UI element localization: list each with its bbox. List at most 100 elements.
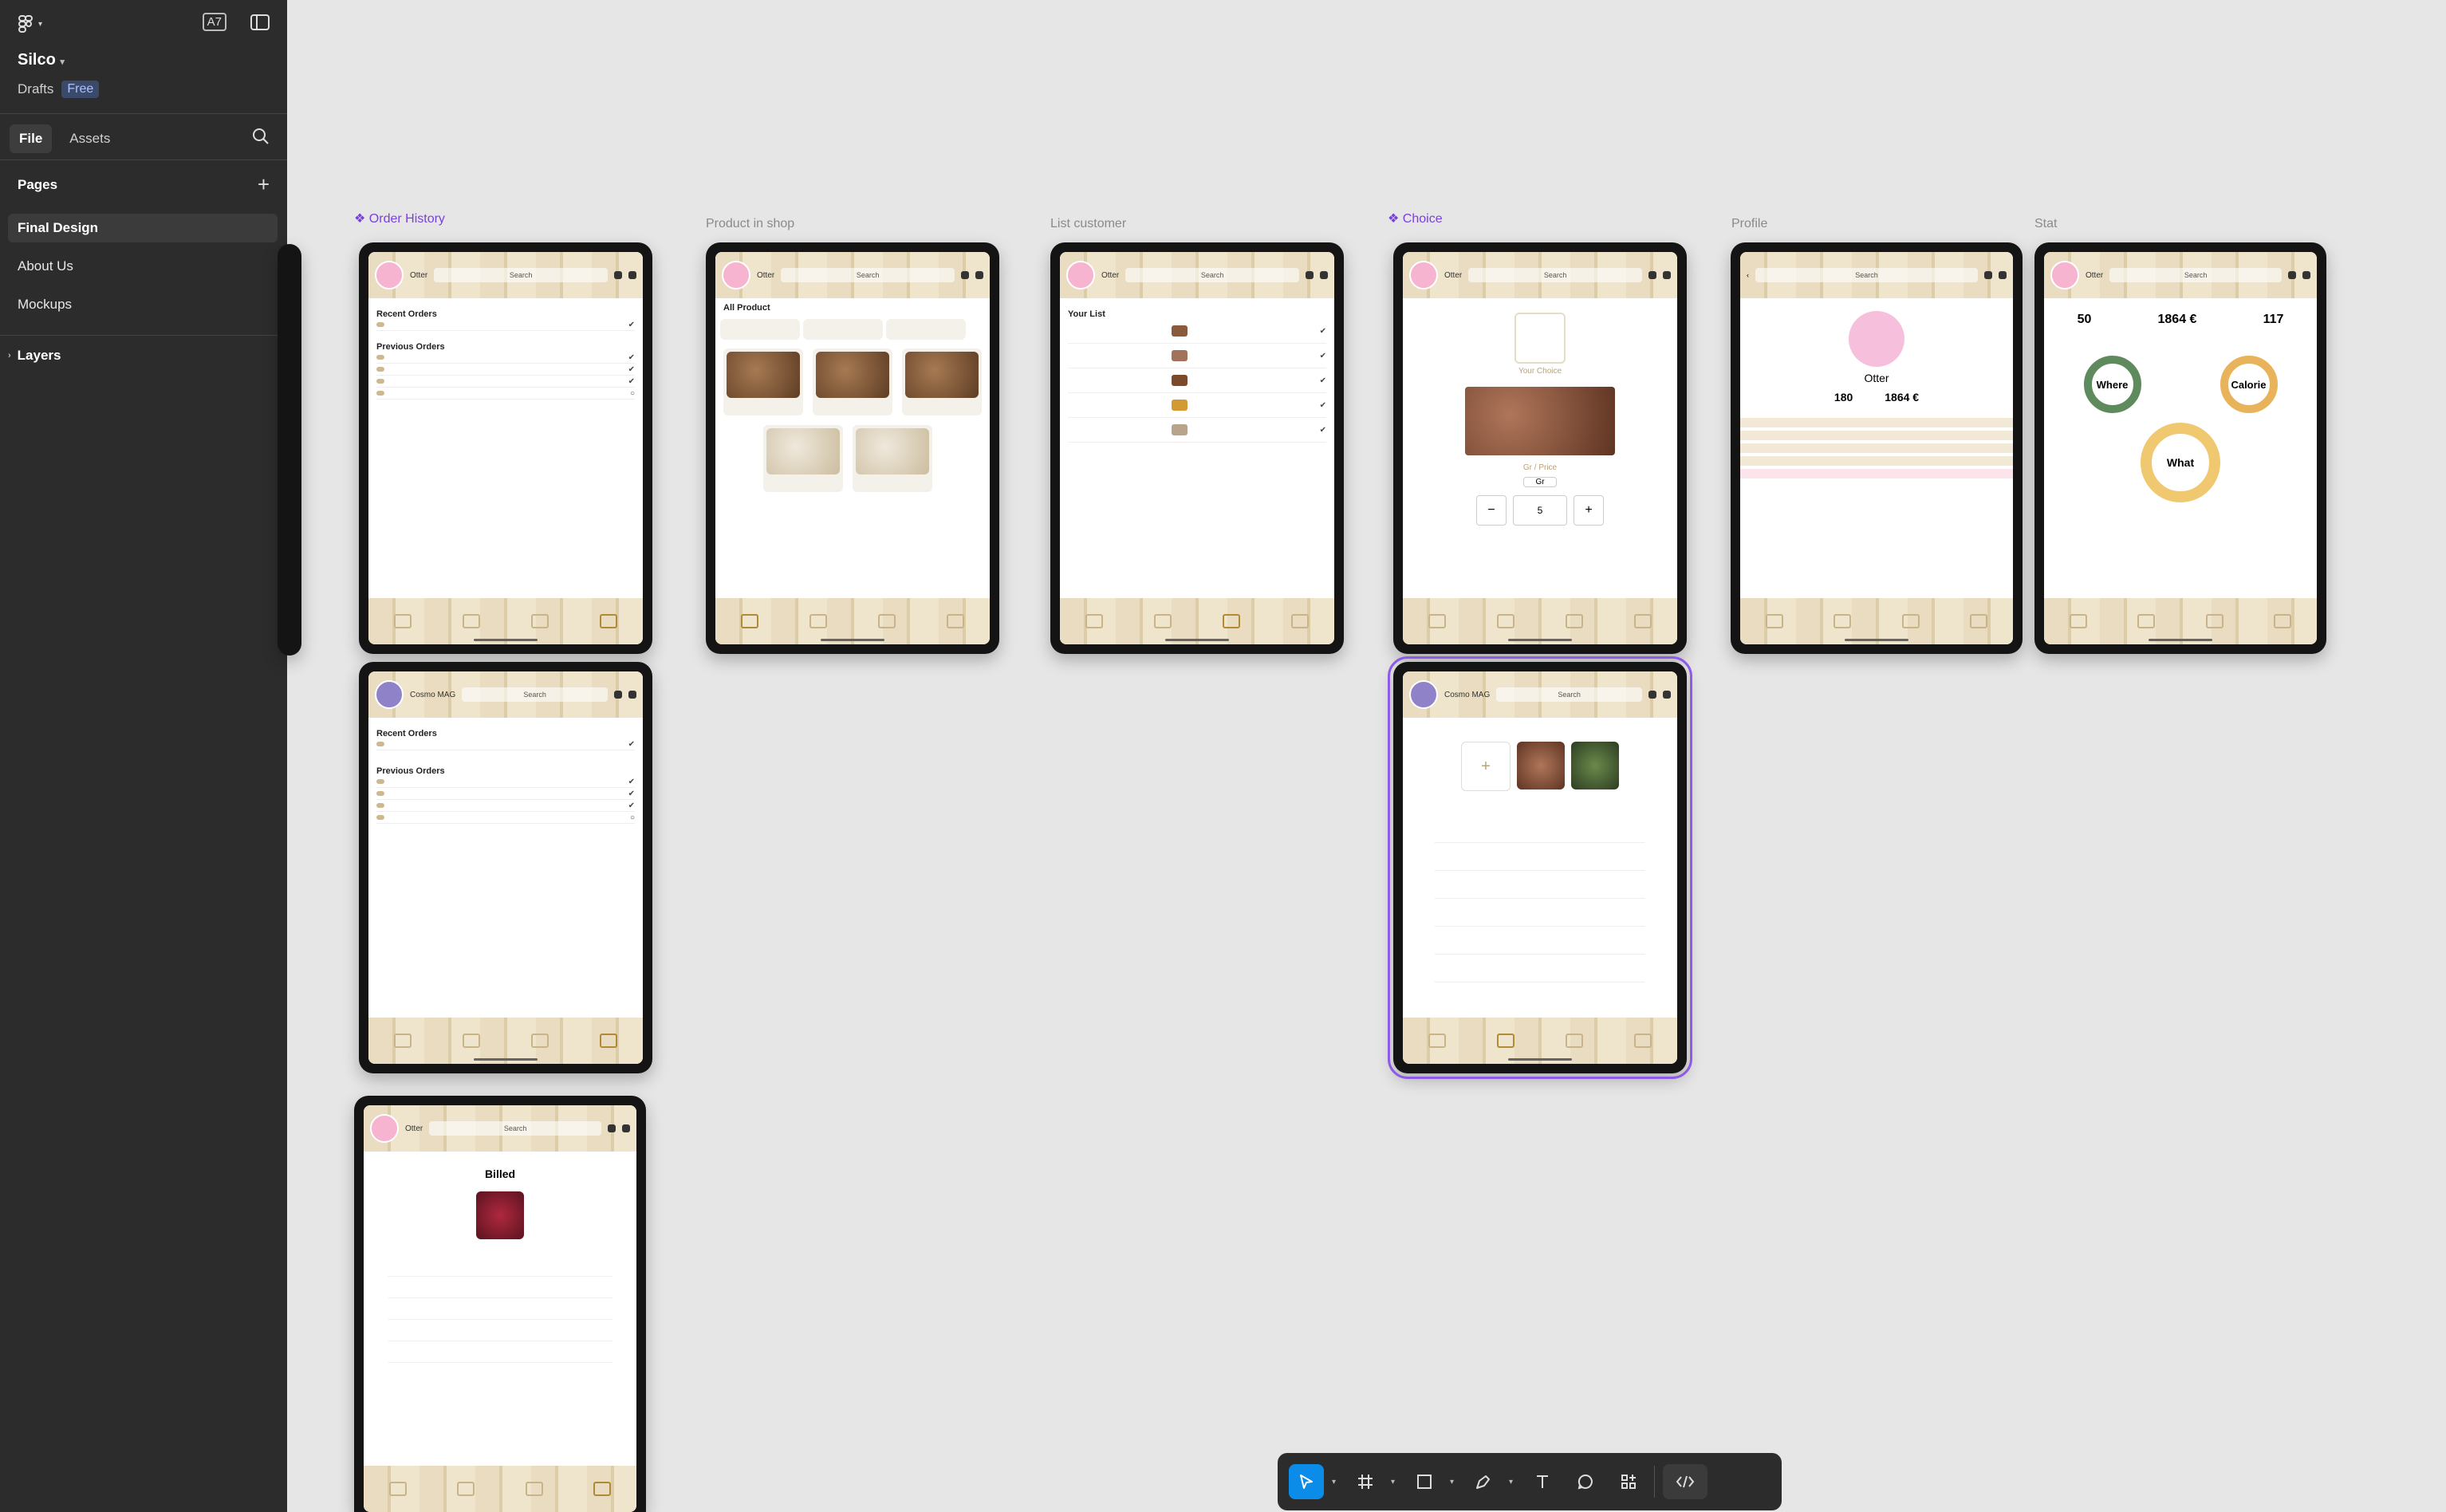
lock-icon[interactable]	[622, 1124, 630, 1132]
scale-icon[interactable]	[2274, 614, 2292, 628]
category-chip-powder[interactable]	[886, 319, 966, 340]
quantity-select[interactable]: 5	[1513, 495, 1567, 526]
decrement-button[interactable]: −	[1476, 495, 1507, 526]
lock-icon[interactable]	[1663, 691, 1671, 699]
table-row[interactable]: ✔	[376, 776, 635, 788]
table-row[interactable]: ✔	[376, 364, 635, 376]
project-title[interactable]: Silco ▾	[18, 51, 65, 69]
home-icon[interactable]	[388, 1482, 407, 1496]
avatar[interactable]	[1409, 680, 1438, 709]
scale-icon[interactable]	[1634, 1034, 1652, 1048]
tab-file[interactable]: File	[10, 124, 53, 153]
profile-frame[interactable]: ‹ Search Otter 180 1864 €	[1731, 242, 2023, 654]
text-tool-icon[interactable]	[1525, 1464, 1560, 1499]
list-row[interactable]: ✔	[1068, 393, 1326, 418]
tab-assets[interactable]: Assets	[60, 124, 120, 153]
product-card[interactable]	[813, 348, 892, 415]
grid-icon[interactable]	[2137, 614, 2156, 628]
bell-icon[interactable]	[1648, 691, 1656, 699]
main-menu-button[interactable]: ▾	[18, 14, 42, 33]
list-icon[interactable]	[525, 1482, 543, 1496]
logout-row[interactable]	[1740, 469, 2013, 478]
scale-icon[interactable]	[1970, 614, 1988, 628]
bell-icon[interactable]	[1306, 271, 1314, 279]
a7-badge[interactable]: A7	[202, 13, 226, 31]
settings-row[interactable]	[1740, 431, 2013, 440]
page-item-about-us[interactable]: About Us	[8, 252, 278, 281]
avatar[interactable]	[722, 261, 750, 289]
lock-icon[interactable]	[628, 271, 636, 279]
home-icon[interactable]	[1085, 614, 1103, 628]
search-input[interactable]: Search	[429, 1121, 601, 1136]
bell-icon[interactable]	[1984, 271, 1992, 279]
bell-icon[interactable]	[961, 271, 969, 279]
profile-avatar[interactable]	[1849, 311, 1904, 367]
table-row[interactable]: ✔	[376, 788, 635, 800]
home-icon[interactable]	[741, 614, 758, 628]
lock-icon[interactable]	[1663, 271, 1671, 279]
product-image[interactable]	[1517, 742, 1565, 789]
home-icon[interactable]	[394, 614, 412, 628]
plan-badge[interactable]: Free	[61, 81, 100, 98]
grid-icon[interactable]	[1497, 1034, 1514, 1048]
search-input[interactable]: Search	[434, 268, 608, 282]
lock-icon[interactable]	[975, 271, 983, 279]
check-icon[interactable]: ✔	[1320, 376, 1326, 385]
chevron-down-icon[interactable]: ▾	[1332, 1478, 1340, 1486]
layers-section[interactable]: › Layers	[8, 348, 61, 364]
qr-code-icon[interactable]	[1514, 313, 1566, 364]
avatar[interactable]	[370, 1114, 399, 1143]
check-icon[interactable]: ✔	[1320, 327, 1326, 336]
avatar[interactable]	[375, 261, 404, 289]
list-icon[interactable]	[1566, 1034, 1583, 1048]
comment-tool-icon[interactable]	[1568, 1464, 1603, 1499]
grid-icon[interactable]	[1154, 614, 1172, 628]
search-input[interactable]: Search	[2109, 268, 2282, 282]
avatar[interactable]	[1066, 261, 1095, 289]
category-chip-fruits[interactable]	[803, 319, 883, 340]
settings-row[interactable]	[1740, 443, 2013, 453]
home-icon[interactable]	[1428, 1034, 1446, 1048]
frame-tool-icon[interactable]	[1348, 1464, 1383, 1499]
list-row[interactable]: ✔	[1068, 368, 1326, 393]
avatar[interactable]	[375, 680, 404, 709]
product-in-shop-frame[interactable]: Otter Search All Product	[706, 242, 999, 654]
list-icon[interactable]	[1223, 614, 1240, 628]
list-icon[interactable]	[2205, 614, 2223, 628]
grid-icon[interactable]	[1834, 614, 1852, 628]
rectangle-tool-icon[interactable]	[1407, 1464, 1442, 1499]
add-page-icon[interactable]: +	[258, 172, 270, 197]
choice-frame[interactable]: Otter Search Your Choice Gr / Price Gr −…	[1393, 242, 1687, 654]
frame-label-choice[interactable]: ❖ Choice	[1388, 211, 1443, 226]
list-row[interactable]: ✔	[1068, 418, 1326, 443]
list-icon[interactable]	[1566, 614, 1583, 628]
grid-icon[interactable]	[1497, 614, 1514, 628]
search-input[interactable]: Search	[1468, 268, 1642, 282]
home-icon[interactable]	[1428, 614, 1446, 628]
actions-tool-icon[interactable]	[1611, 1464, 1646, 1499]
frame-label-list-customer[interactable]: List customer	[1050, 217, 1126, 231]
search-input[interactable]: Search	[781, 268, 955, 282]
frame-label-stat[interactable]: Stat	[2034, 217, 2057, 231]
table-row[interactable]: ○	[376, 812, 635, 824]
settings-row[interactable]	[1740, 456, 2013, 466]
bell-icon[interactable]	[2288, 271, 2296, 279]
lock-icon[interactable]	[2302, 271, 2310, 279]
search-input[interactable]: Search	[462, 687, 608, 702]
search-icon[interactable]	[252, 128, 270, 145]
avatar[interactable]	[1409, 261, 1438, 289]
grid-icon[interactable]	[457, 1482, 475, 1496]
list-customer-frame[interactable]: Otter Search Your List ✔ ✔ ✔ ✔ ✔	[1050, 242, 1344, 654]
add-image-button[interactable]: +	[1461, 742, 1511, 791]
frame-label-order-history[interactable]: ❖ Order History	[354, 211, 445, 226]
table-row[interactable]: ○	[376, 388, 635, 400]
search-input[interactable]: Search	[1496, 687, 1642, 702]
table-row[interactable]: ✔	[376, 376, 635, 388]
search-input[interactable]: Search	[1755, 268, 1978, 282]
what-ring-chart[interactable]: What	[2141, 423, 2220, 502]
frame-label-product-in-shop[interactable]: Product in shop	[706, 217, 794, 231]
check-icon[interactable]: ✔	[1320, 352, 1326, 360]
table-row[interactable]: ✔	[376, 738, 635, 750]
grid-icon[interactable]	[463, 1034, 480, 1048]
bell-icon[interactable]	[614, 691, 622, 699]
